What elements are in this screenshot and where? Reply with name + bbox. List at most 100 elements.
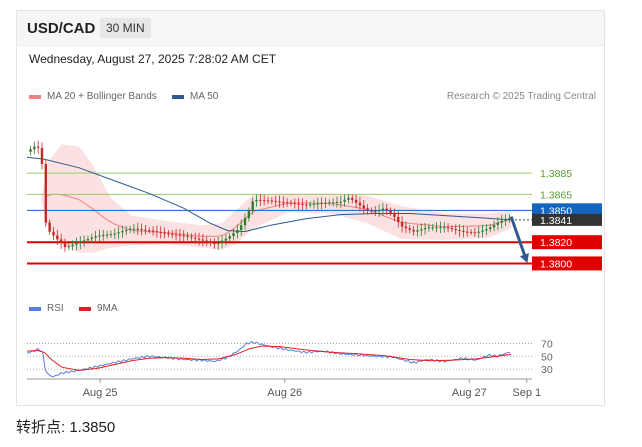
candle-body <box>370 210 373 212</box>
candle-body <box>56 235 59 240</box>
candle-body <box>36 146 40 148</box>
candle-body <box>362 205 365 209</box>
candle-body <box>29 149 32 152</box>
candle-body <box>220 240 224 243</box>
candle-body <box>266 200 270 202</box>
candle-body <box>148 230 151 232</box>
rsi-level-label-2: 30 <box>541 364 553 376</box>
candle-body <box>458 229 461 231</box>
candle-body <box>155 231 159 233</box>
candle-body <box>171 233 174 235</box>
candle-body <box>125 229 128 232</box>
candle-body <box>48 222 51 232</box>
projection-arrow-line <box>509 216 528 260</box>
candle-body <box>174 234 178 236</box>
candle-body <box>243 218 247 226</box>
candle-body <box>63 243 67 248</box>
candle-body <box>354 199 358 203</box>
candle-body <box>262 200 266 202</box>
candle-body <box>239 225 243 231</box>
candle-body <box>293 203 297 205</box>
candle-body <box>59 239 63 244</box>
candle-body <box>289 202 293 204</box>
candle-body <box>40 147 44 164</box>
candle-body <box>469 231 473 233</box>
candle-body <box>500 220 503 223</box>
candle-body <box>347 197 350 200</box>
candle-body <box>259 199 262 201</box>
resistance-label-1: 1.3865 <box>540 189 572 201</box>
candle-body <box>274 200 277 202</box>
candle-body <box>117 232 120 234</box>
x-tick-label-3: Sep 1 <box>512 387 541 399</box>
candle-body <box>132 228 136 230</box>
x-tick-label-1: Aug 26 <box>267 387 302 399</box>
candle-body <box>404 226 408 229</box>
candle-body <box>194 237 197 239</box>
candle-body <box>121 231 124 233</box>
candle-body <box>197 238 201 240</box>
candle-body <box>105 234 109 236</box>
candle-body <box>450 228 454 230</box>
candle-body <box>466 231 469 233</box>
candle-body <box>454 229 457 231</box>
candle-body <box>393 213 396 217</box>
candle-body <box>159 231 162 233</box>
candle-body <box>67 246 70 248</box>
candle-body <box>102 235 105 237</box>
candle-body <box>186 235 189 237</box>
candle-body <box>477 231 480 233</box>
candle-body <box>109 234 113 236</box>
rsi-level-label-1: 50 <box>541 351 553 363</box>
candle-body <box>79 241 82 244</box>
candle-body <box>136 228 139 230</box>
candle-body <box>228 236 231 239</box>
candle-body <box>163 232 166 234</box>
candle-body <box>278 201 281 203</box>
candle-body <box>297 203 300 205</box>
candle-body <box>144 229 147 231</box>
candle-body <box>416 230 419 232</box>
candle-body <box>52 231 55 236</box>
candle-body <box>443 227 446 229</box>
candle-body <box>316 203 320 205</box>
candle-body <box>312 203 316 205</box>
candle-body <box>151 230 155 232</box>
candle-body <box>489 227 492 230</box>
candle-body <box>209 241 212 243</box>
candle-body <box>473 232 477 234</box>
candle-body <box>178 234 182 236</box>
rsi-line <box>26 340 511 378</box>
candle-body <box>492 224 496 228</box>
candle-body <box>335 202 339 204</box>
candle-body <box>400 222 404 227</box>
candle-body <box>205 240 208 242</box>
candle-body <box>504 219 507 221</box>
candle-body <box>420 229 423 231</box>
candle-body <box>308 204 312 206</box>
candle-body <box>481 230 484 232</box>
candle-body <box>351 197 354 200</box>
candle-body <box>305 204 308 206</box>
candle-body <box>485 229 488 231</box>
candle-body <box>232 233 235 237</box>
support-label-4: 1.3820 <box>540 237 572 249</box>
candle-body <box>217 242 220 245</box>
candle-body <box>251 201 254 211</box>
candle-body <box>408 228 411 230</box>
candle-body <box>82 240 86 242</box>
candle-body <box>270 200 274 202</box>
x-tick-label-2: Aug 27 <box>452 387 487 399</box>
candle-body <box>324 202 327 204</box>
candle-body <box>446 227 450 229</box>
candle-body <box>94 236 97 238</box>
candle-body <box>71 244 74 247</box>
candle-body <box>343 199 346 202</box>
pivot-point-text: 转折点: 1.3850 <box>16 419 116 436</box>
support-label-5: 1.3800 <box>540 258 572 270</box>
candle-body <box>201 239 205 241</box>
candle-body <box>282 201 285 203</box>
candle-body <box>255 199 258 202</box>
candle-body <box>328 202 331 204</box>
candle-body <box>366 208 369 211</box>
